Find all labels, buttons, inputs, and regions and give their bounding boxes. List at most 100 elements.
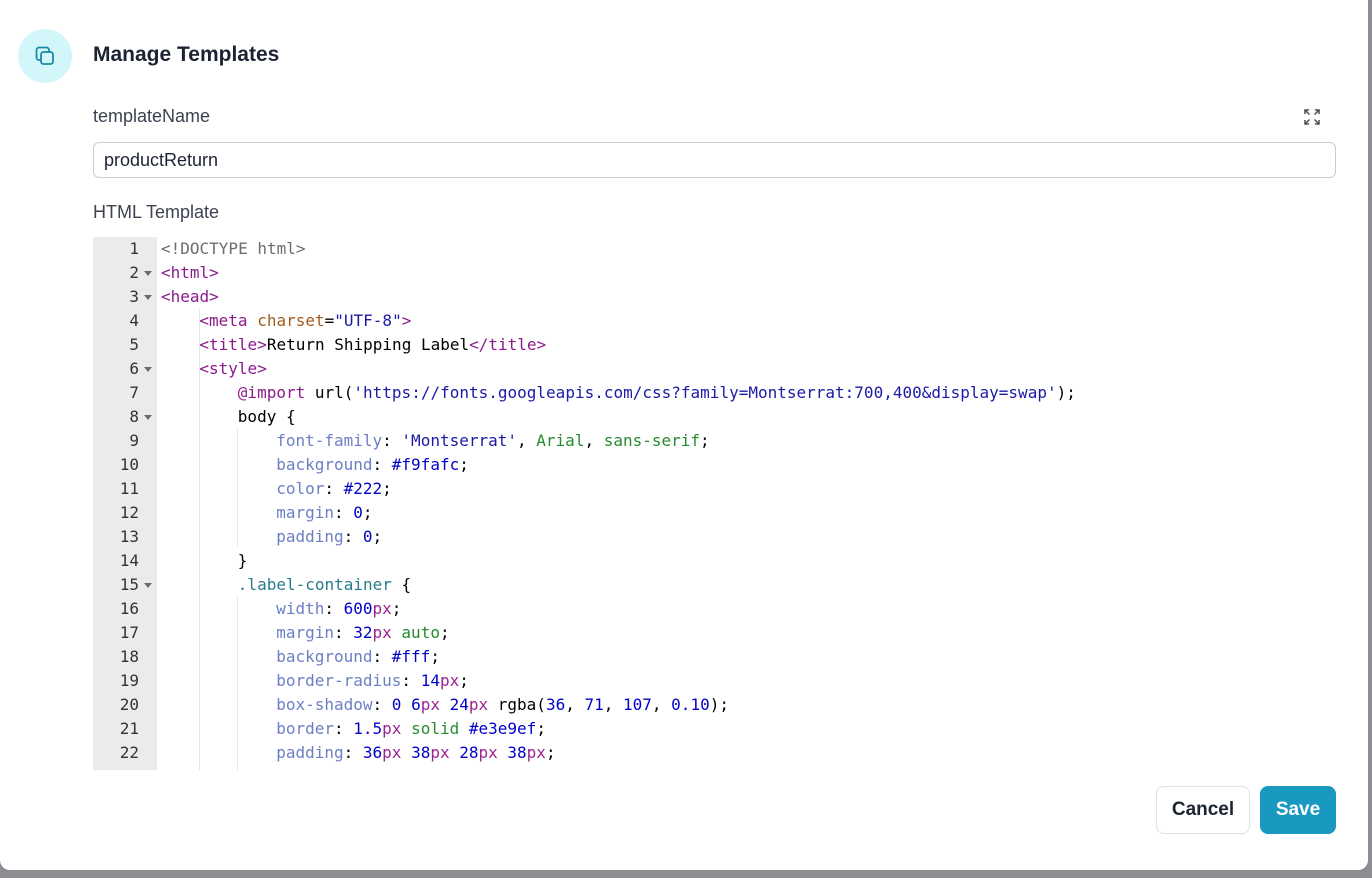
code-line: 17 margin: 32px auto; [93,621,1336,645]
code-token: @import [237,383,315,402]
code-text: background: #fff; [276,645,440,669]
code-text: margin: 32px auto; [276,621,449,645]
code-text: margin: 0; [276,501,372,525]
code-token: ; [545,743,556,762]
html-template-code-editor[interactable]: 1 <!DOCTYPE html> 2 <html> 3 <head> 4 <meta cha… [93,237,1336,770]
manage-templates-dialog: Manage Templates templateName HTML Templ… [0,0,1368,870]
code-token: ; [439,623,450,642]
code-line: 16 width: 600px; [93,597,1336,621]
fold-toggle-icon[interactable] [144,295,152,300]
code-line: 15 .label-container { [93,573,1336,597]
code-token: font-family [276,431,383,450]
code-token: , [517,431,537,450]
code-token: : [382,431,402,450]
code-token: ; [536,719,546,738]
code-token: <head> [161,287,219,306]
code-token: : [372,647,392,666]
code-token: <!DOCTYPE html> [161,239,306,258]
code-token: px [382,719,402,738]
code-token: px [372,599,392,618]
code-line: 18 background: #fff; [93,645,1336,669]
code-token: px [468,695,489,714]
line-number: 21 [119,719,139,738]
template-name-label: templateName [93,106,211,126]
fold-toggle-icon[interactable] [144,415,152,420]
code-token: charset [257,311,325,330]
copy-icon [18,29,72,83]
line-number: 5 [129,335,139,354]
code-token: 36 [362,743,383,762]
line-number: 12 [119,503,139,522]
line-number: 1 [129,239,139,258]
code-token: : [372,695,392,714]
line-number: 19 [119,671,139,690]
code-line: 9 font-family: 'Montserrat', Arial, sans-… [93,429,1336,453]
code-token: <html> [161,263,219,282]
code-token: px [526,743,546,762]
code-token: : [324,479,344,498]
expand-icon[interactable] [1301,106,1323,128]
code-text: <style> [199,357,266,381]
code-line: 22 padding: 36px 38px 28px 38px; [93,741,1336,765]
cancel-button[interactable]: Cancel [1156,786,1250,834]
code-token: background [276,455,373,474]
line-number: 15 [119,575,139,594]
code-token: margin [276,503,334,522]
code-token: , [603,695,623,714]
code-token: { [391,575,412,594]
code-token: : [372,455,392,474]
line-number: 3 [129,287,139,306]
code-line: 21 border: 1.5px solid #e3e9ef; [93,717,1336,741]
line-number: 20 [119,695,139,714]
code-token: 71 [584,695,604,714]
code-text: padding: 36px 38px 28px 38px; [276,741,555,765]
code-token: url( [314,383,354,402]
line-number: 13 [119,527,139,546]
line-number: 18 [119,647,139,666]
fold-toggle-icon[interactable] [144,583,152,588]
code-text: <meta charset="UTF-8"> [199,309,411,333]
fold-toggle-icon[interactable] [144,271,152,276]
template-name-input[interactable] [93,142,1336,178]
code-token: border-radius [276,671,402,690]
code-token: Return Shipping Label [266,335,470,354]
code-token: : [343,527,363,546]
code-token: 38 [507,743,527,762]
code-token: body { [237,407,296,426]
line-number: 8 [129,407,139,426]
code-text: border-radius: 14px; [276,669,469,693]
code-token: : [333,719,354,738]
code-line: 3 <head> [93,285,1336,309]
save-button[interactable]: Save [1260,786,1336,834]
code-token: #e3e9ef [468,719,537,738]
code-token: 36 [545,695,566,714]
code-token: px [478,743,498,762]
code-token: solid [411,719,460,738]
line-number: 2 [129,263,139,282]
code-token: ); [1056,383,1076,402]
code-token: = [324,311,335,330]
code-token: ; [372,527,383,546]
code-token: px [382,743,402,762]
code-token: sans-serif [603,431,701,450]
code-token: > [401,311,412,330]
code-token: : [343,743,363,762]
code-line: 5 <title>Return Shipping Label</title> [93,333,1336,357]
code-token: : [333,623,354,642]
code-token: 0 [391,695,402,714]
code-token: width [276,599,325,618]
code-text: <!DOCTYPE html> [161,237,306,261]
code-line: 12 margin: 0; [93,501,1336,525]
code-token: , [651,695,672,714]
code-text: border: 1.5px solid #e3e9ef; [276,717,546,741]
code-line: 19 border-radius: 14px; [93,669,1336,693]
line-number: 11 [119,479,139,498]
line-number: 17 [119,623,139,642]
code-token: <meta [199,311,258,330]
fold-toggle-icon[interactable] [144,367,152,372]
